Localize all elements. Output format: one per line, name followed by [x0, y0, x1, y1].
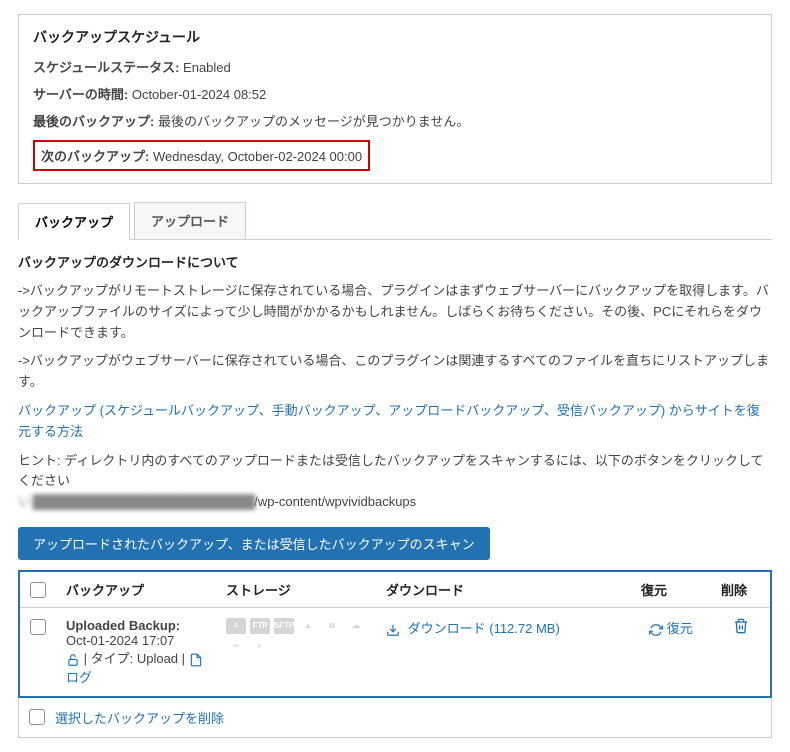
panel-title: バックアップスケジュール: [33, 27, 757, 47]
section-title: バックアップのダウンロードについて: [18, 252, 772, 271]
tabs: バックアップ アップロード: [18, 202, 772, 240]
download-cell: ダウンロード (112.72 MB): [376, 607, 631, 697]
storage-icon: ∞: [226, 638, 246, 654]
scan-button[interactable]: アップロードされたバックアップ、または受信したバックアップのスキャン: [18, 527, 490, 560]
header-backup: バックアップ: [56, 571, 216, 608]
header-delete: 削除: [711, 571, 771, 608]
restore-cell: 復元: [631, 607, 711, 697]
tab-upload[interactable]: アップロード: [134, 202, 246, 239]
last-backup: 最後のバックアップ: 最後のバックアップのメッセージが見つかりません。: [33, 111, 757, 130]
storage-icon: ≡: [226, 618, 246, 634]
restore-guide-link[interactable]: バックアップ (スケジュールバックアップ、手動バックアップ、アップロードバックア…: [18, 403, 760, 439]
info-remote: ->バックアップがリモートストレージに保存されている場合、プラグインはまずウェブ…: [18, 281, 772, 343]
backup-table: バックアップ ストレージ ダウンロード 復元 削除 Uploaded Backu…: [18, 570, 772, 698]
storage-dropbox-icon: ⧉: [322, 618, 342, 634]
log-icon[interactable]: [189, 651, 203, 666]
select-all-checkbox[interactable]: [30, 582, 46, 598]
schedule-panel: バックアップスケジュール スケジュールステータス: Enabled サーバーの時…: [18, 14, 772, 184]
hint-text: ヒント: ディレクトリ内のすべてのアップロードまたは受信したバックアップをスキャ…: [18, 451, 772, 513]
download-link[interactable]: ダウンロード (112.72 MB): [386, 621, 560, 636]
header-download: ダウンロード: [376, 571, 631, 608]
tab-backup[interactable]: バックアップ: [18, 203, 130, 240]
footer-checkbox[interactable]: [29, 709, 45, 725]
next-backup-highlight: 次のバックアップ: Wednesday, October-02-2024 00:…: [33, 140, 370, 171]
row-checkbox[interactable]: [30, 619, 46, 635]
info-local: ->バックアップがウェブサーバーに保存されている場合、このプラグインは関連するす…: [18, 351, 772, 393]
header-restore: 復元: [631, 571, 711, 608]
storage-cloud-icon: ☁: [346, 618, 366, 634]
delete-cell: [711, 607, 771, 697]
blurred-path: い ███████████████████████████: [18, 494, 254, 509]
storage-cell: ≡ FTP SFTP ▲ ⧉ ☁ ∞ ◐: [216, 607, 376, 697]
restore-icon: [649, 623, 663, 637]
storage-icons: ≡ FTP SFTP ▲ ⧉ ☁ ∞ ◐: [226, 618, 366, 654]
lock-icon[interactable]: [66, 651, 84, 666]
log-link[interactable]: ログ: [66, 670, 92, 685]
storage-icon: ◐: [250, 638, 270, 654]
delete-button[interactable]: [733, 622, 749, 637]
header-checkbox: [19, 571, 56, 608]
restore-link[interactable]: 復元: [649, 621, 693, 636]
storage-gdrive-icon: ▲: [298, 618, 318, 634]
delete-selected-link[interactable]: 選択したバックアップを削除: [55, 708, 224, 727]
table-row: Uploaded Backup: Oct-01-2024 17:07 | タイプ…: [19, 607, 771, 697]
storage-ftp-icon: FTP: [250, 618, 270, 634]
backup-cell: Uploaded Backup: Oct-01-2024 17:07 | タイプ…: [56, 607, 216, 697]
storage-sftp-icon: SFTP: [274, 618, 294, 634]
schedule-status: スケジュールステータス: Enabled: [33, 57, 757, 76]
header-storage: ストレージ: [216, 571, 376, 608]
server-time: サーバーの時間: October-01-2024 08:52: [33, 84, 757, 103]
table-footer: 選択したバックアップを削除: [18, 698, 772, 738]
